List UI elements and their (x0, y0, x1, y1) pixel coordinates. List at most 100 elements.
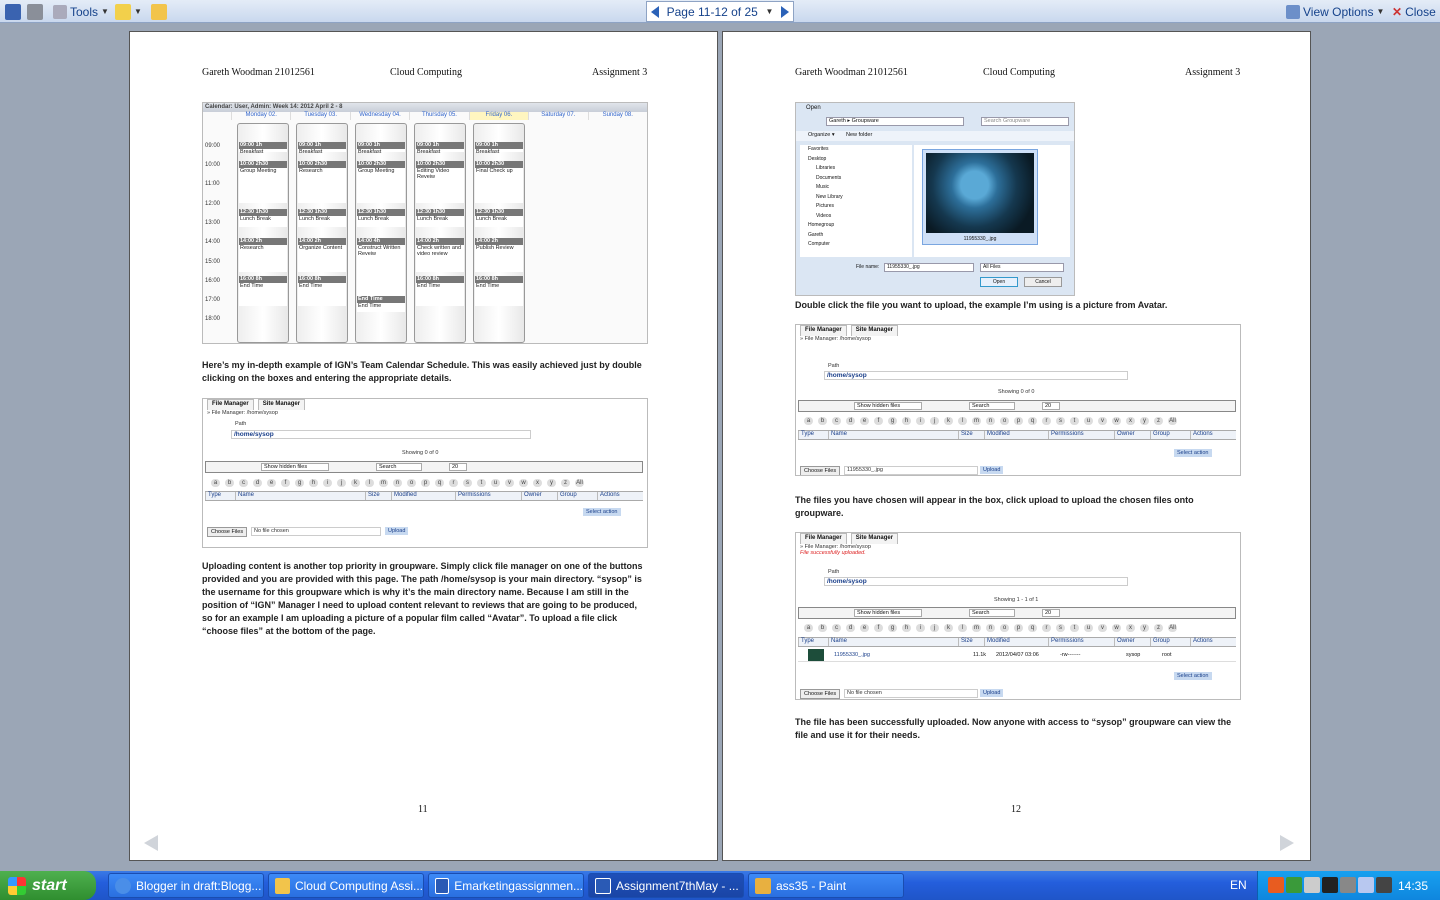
next-page-arrow[interactable] (1280, 835, 1294, 851)
event-title: Check written and video review (417, 245, 462, 257)
header-assignment: Assignment 3 (1185, 67, 1241, 78)
upload-button: Upload (385, 527, 409, 535)
tray-icon[interactable] (1268, 877, 1284, 893)
file-manager-chosen-screenshot: File Manager Site Manager » File Manager… (795, 324, 1241, 476)
view-options-label: View Options (1303, 4, 1374, 19)
clock[interactable]: 14:35 (1398, 879, 1428, 893)
previous-page-button[interactable] (651, 5, 659, 18)
open-dialog-screenshot: Open Gareth ▸ Groupware Search Groupware… (795, 102, 1075, 296)
event-title: Research (240, 245, 264, 251)
event-time: 09:00 1h (299, 142, 322, 148)
calendar-event: 09:00 1h Breakfast (475, 142, 523, 155)
calendar-title: Calendar: User, Admin: Week 14: 2012 Apr… (203, 103, 647, 112)
tray-icon[interactable] (1304, 877, 1320, 893)
letter-filter-item: n (393, 479, 402, 487)
showing-count: Showing 1 - 1 of 1 (994, 597, 1039, 603)
column-header: Type (798, 431, 828, 439)
event-title: End Time (240, 283, 264, 289)
view-options-menu[interactable]: View Options ▼ (1283, 2, 1387, 21)
comment-button[interactable] (148, 2, 170, 21)
save-button[interactable] (2, 2, 24, 21)
close-button[interactable]: ✕ Close (1389, 2, 1439, 21)
calendar-day-column: 09:00 1h Breakfast 10:00 2h30 Editing Video… (414, 123, 466, 343)
day-header: Wednesday 04. (349, 112, 409, 120)
taskbar-item-label: Emarketingassignmen... (454, 878, 583, 893)
letter-filter-item: a (804, 624, 813, 632)
print-button[interactable] (24, 2, 46, 21)
letter-filter-item: b (225, 479, 234, 487)
event-time: 14:00 2h (240, 238, 263, 244)
folder-icon (151, 3, 167, 20)
file-owner: sysop (1126, 652, 1141, 658)
letter-filter-item: v (505, 479, 514, 487)
chosen-file-field: No file chosen (251, 527, 381, 536)
chosen-file-field: No file chosen (844, 689, 978, 698)
letter-filter-item: f (874, 417, 883, 425)
taskbar-item-word-assignment[interactable]: Assignment7thMay - ... (588, 873, 744, 898)
page-number: 11 (418, 804, 428, 815)
taskbar-item-word-emarketing[interactable]: Emarketingassignmen... (428, 873, 584, 898)
event-title: End Time (417, 283, 441, 289)
letter-filter-item: p (421, 479, 430, 487)
new-folder-button: New folder (846, 132, 873, 138)
event-title: End Time (358, 303, 382, 309)
upload-button: Upload (980, 466, 1004, 474)
document-viewport[interactable]: Gareth Woodman 21012561 Cloud Computing … (0, 23, 1440, 871)
table-row: 11955330_.jpg 11.1k 2012/04/07 03:06 -rw… (798, 648, 1236, 662)
tray-icon[interactable] (1340, 877, 1356, 893)
letter-filter-item: f (281, 479, 290, 487)
event-time: 14:00 2h (476, 238, 499, 244)
letter-filter-item: n (986, 624, 995, 632)
calendar-day-column: 09:00 1h Breakfast 10:00 2h30 Group Meeting… (237, 123, 289, 343)
language-indicator[interactable]: EN (1230, 878, 1247, 892)
letter-filter-item: o (1000, 624, 1009, 632)
dialog-command-bar: Organize ▾ New folder (796, 131, 1074, 141)
event-time: 10:00 2h30 (358, 161, 387, 167)
letter-filter-item: g (888, 624, 897, 632)
calendar-event: 14:00 2h Research (239, 238, 287, 272)
column-header: Permissions (455, 492, 521, 500)
tools-menu[interactable]: Tools ▼ (50, 2, 112, 21)
tray-icon[interactable] (1376, 877, 1392, 893)
file-thumbnail-frame: 11955330_.jpg (922, 149, 1038, 245)
previous-page-arrow[interactable] (144, 835, 158, 851)
paragraph-uploaded: The file has been successfully uploaded.… (795, 717, 1232, 740)
folder-icon (275, 877, 290, 894)
calendar-event: 12:30 1h30 Lunch Break (298, 209, 346, 227)
time-label: 18:00 (205, 316, 221, 322)
spelling-button[interactable]: ▼ (112, 2, 145, 21)
tray-icon[interactable] (1286, 877, 1302, 893)
letter-filter-item: w (519, 479, 528, 487)
tray-icon[interactable] (1358, 877, 1374, 893)
letter-filter-item: n (986, 417, 995, 425)
column-header: Owner (1114, 431, 1150, 439)
letter-filter-item: m (379, 479, 388, 487)
letter-filter-item: t (1070, 417, 1079, 425)
next-page-button[interactable] (780, 5, 789, 18)
event-time: 10:00 2h30 (240, 161, 269, 167)
page-11: Gareth Woodman 21012561 Cloud Computing … (129, 31, 718, 861)
tree-item: Documents (816, 174, 842, 181)
calendar-day-column: 09:00 1h Breakfast 10:00 2h30 Research 12:30… (296, 123, 348, 343)
letter-filter-item: d (846, 417, 855, 425)
taskbar-item-paint[interactable]: ass35 - Paint (748, 873, 904, 898)
per-page-select: 20 (449, 463, 467, 471)
page-indicator[interactable]: Page 11-12 of 25 (667, 5, 758, 19)
per-page-select: 20 (1042, 609, 1060, 617)
taskbar-item-folder[interactable]: Cloud Computing Assi... (268, 873, 424, 898)
start-button[interactable]: start (0, 871, 96, 900)
taskbar-item-label: Assignment7thMay - ... (616, 878, 739, 893)
taskbar-item-label: Blogger in draft:Blogg... (136, 878, 262, 893)
event-time: 09:00 1h (240, 142, 263, 148)
column-header: Modified (391, 492, 455, 500)
tab-site-manager: Site Manager (850, 325, 899, 336)
event-time: 10:00 2h30 (299, 161, 328, 167)
windows-logo-icon (8, 876, 26, 895)
letter-filter-item: o (407, 479, 416, 487)
taskbar-item-blogger[interactable]: Blogger in draft:Blogg... (108, 873, 264, 898)
tools-icon (53, 4, 67, 19)
chevron-down-icon[interactable]: ▼ (765, 7, 773, 16)
letter-filter-item: All (1168, 417, 1177, 425)
choose-files-button: Choose Files (207, 527, 248, 537)
tray-icon[interactable] (1322, 877, 1338, 893)
